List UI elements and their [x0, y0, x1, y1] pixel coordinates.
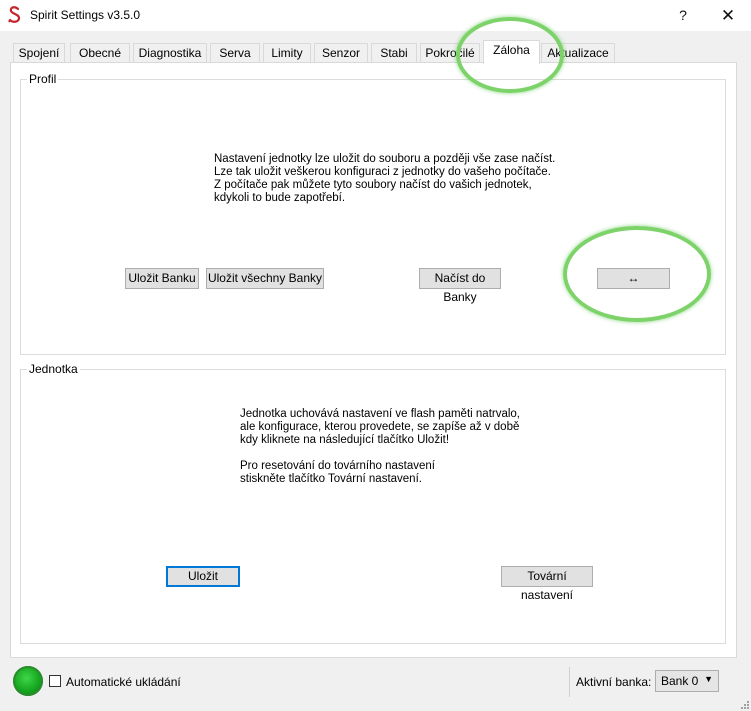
chevron-down-icon: ▼ [704, 674, 713, 684]
resize-grip-icon[interactable] [740, 700, 749, 709]
unit-group: Jednotka Jednotka uchovává nastavení ve … [20, 362, 726, 644]
tab-pokrocile[interactable]: Pokročilé [420, 43, 480, 62]
status-separator [569, 667, 570, 697]
spirit-logo-icon [8, 6, 21, 23]
tab-obecne[interactable]: Obecné [70, 43, 130, 62]
profile-group-title: Profil [27, 72, 59, 86]
auto-save-label[interactable]: Automatické ukládání [66, 675, 181, 689]
profile-group: Profil Nastavení jednotky lze uložit do … [20, 72, 726, 355]
tab-senzor[interactable]: Senzor [314, 43, 368, 62]
save-all-banks-button[interactable]: Uložit všechny Banky [206, 268, 324, 289]
window-title: Spirit Settings v3.5.0 [30, 8, 141, 22]
tab-serva[interactable]: Serva [210, 43, 260, 62]
active-bank-select[interactable]: Bank 0 ▼ [655, 670, 719, 692]
auto-save-checkbox[interactable] [49, 675, 61, 687]
save-bank-button[interactable]: Uložit Banku [125, 268, 199, 289]
swap-button[interactable]: ↔ [597, 268, 670, 289]
factory-reset-button[interactable]: Tovární nastavení [501, 566, 593, 602]
title-bar: Spirit Settings v3.5.0 ? ✕ [0, 0, 751, 31]
active-bank-value: Bank 0 [661, 674, 699, 688]
unit-group-title: Jednotka [27, 362, 80, 376]
tab-zaloha[interactable]: Záloha [483, 40, 540, 64]
connection-led-icon [13, 666, 43, 696]
zaloha-panel: Profil Nastavení jednotky lze uložit do … [10, 62, 737, 658]
unit-description: Jednotka uchovává nastavení ve flash pam… [240, 408, 521, 485]
profile-description: Nastavení jednotky lze uložit do souboru… [214, 153, 556, 204]
active-bank-label: Aktivní banka: [576, 675, 652, 689]
help-button[interactable]: ? [660, 0, 706, 31]
close-button[interactable]: ✕ [705, 0, 751, 31]
tab-aktualizace[interactable]: Aktualizace [541, 43, 615, 62]
tab-stabi[interactable]: Stabi [371, 43, 417, 62]
save-unit-button[interactable]: Uložit [166, 566, 240, 587]
tab-spojeni[interactable]: Spojení [13, 43, 65, 62]
load-bank-button[interactable]: Načíst do Banky [419, 268, 501, 304]
tab-limity[interactable]: Limity [263, 43, 311, 62]
tab-diagnostika[interactable]: Diagnostika [133, 43, 207, 62]
